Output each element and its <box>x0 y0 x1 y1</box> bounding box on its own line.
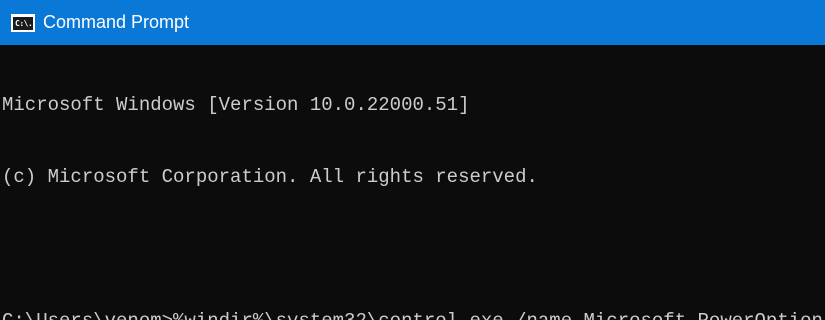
window-title: Command Prompt <box>43 12 190 32</box>
console-line-copyright: (c) Microsoft Corporation. All rights re… <box>2 166 538 188</box>
command-prompt-icon-text: C:\. <box>15 18 33 28</box>
title-bar[interactable]: C:\. Command Prompt <box>0 0 825 45</box>
console-command-line[interactable]: C:\Users\venom>%windir%\system32\control… <box>2 309 823 320</box>
console-line-version: Microsoft Windows [Version 10.0.22000.51… <box>2 94 470 116</box>
console-line-blank <box>2 237 823 261</box>
console-output[interactable]: Microsoft Windows [Version 10.0.22000.51… <box>2 45 823 320</box>
command-prompt-window: C:\. Command Prompt Microsoft Windows [V… <box>0 0 825 320</box>
console-command-text: C:\Users\venom>%windir%\system32\control… <box>2 310 823 320</box>
command-prompt-icon: C:\. <box>11 14 35 32</box>
